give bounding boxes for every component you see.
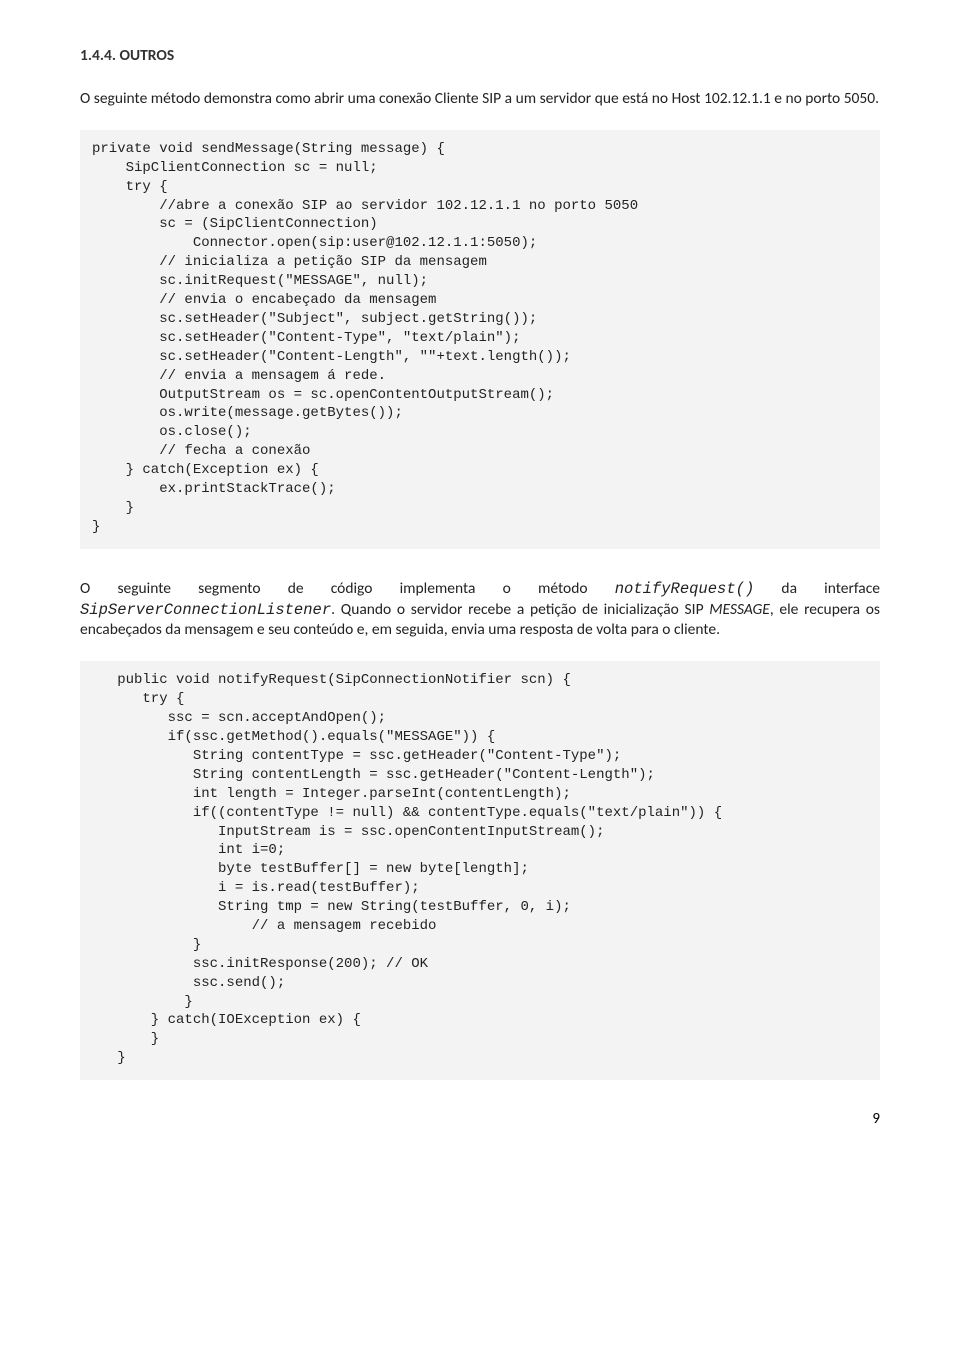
paragraph-intro: O seguinte método demonstra como abrir u…	[80, 89, 880, 110]
text-span: O seguinte segmento de código implementa…	[80, 579, 615, 598]
paragraph-notify: O seguinte segmento de código implementa…	[80, 579, 880, 642]
code-block-notifyrequest: public void notifyRequest(SipConnectionN…	[80, 661, 880, 1080]
text-span: . Quando o servidor recebe a petição de …	[331, 600, 709, 619]
inline-message-word: MESSAGE	[709, 600, 770, 619]
page-number: 9	[80, 1110, 880, 1128]
section-heading: 1.4.4. OUTROS	[80, 46, 880, 65]
text-span: da interface	[754, 579, 880, 598]
page: 1.4.4. OUTROS O seguinte método demonstr…	[0, 0, 960, 1168]
code-block-sendmessage: private void sendMessage(String message)…	[80, 130, 880, 549]
inline-code-listener: SipServerConnectionListener	[80, 601, 331, 619]
inline-code-notifyrequest: notifyRequest()	[615, 580, 755, 598]
